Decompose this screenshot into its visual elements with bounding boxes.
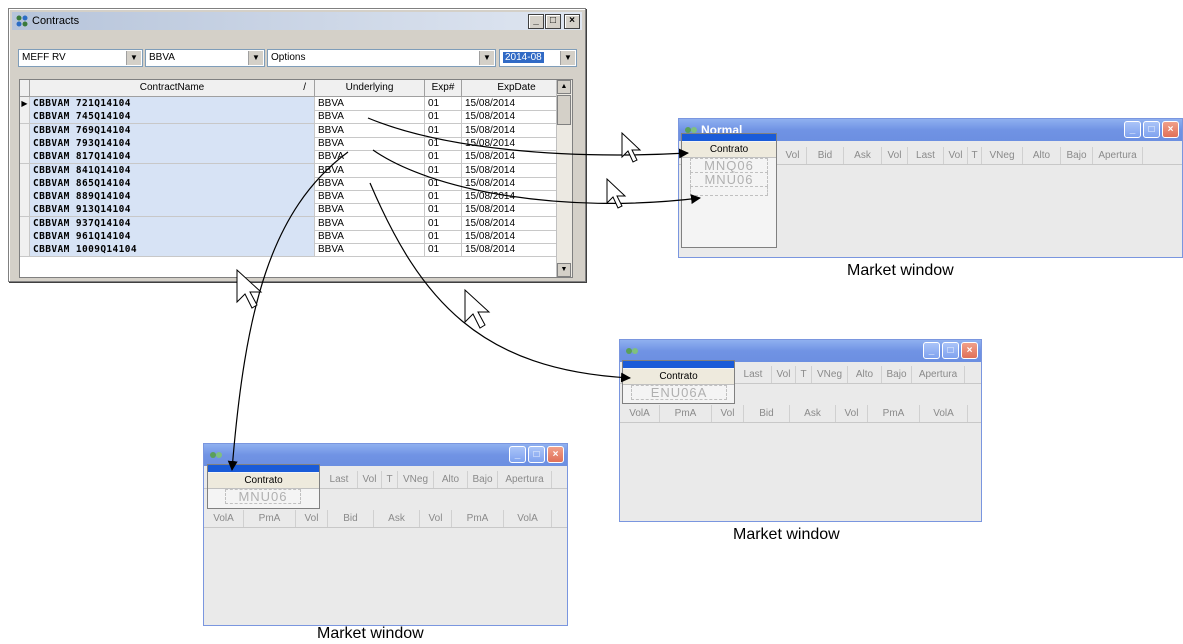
drag-arrow-3 [227, 151, 349, 471]
drag-arrow-2 [372, 149, 701, 205]
drag-arrow-4 [369, 182, 631, 383]
drag-arrows-overlay [227, 117, 701, 471]
